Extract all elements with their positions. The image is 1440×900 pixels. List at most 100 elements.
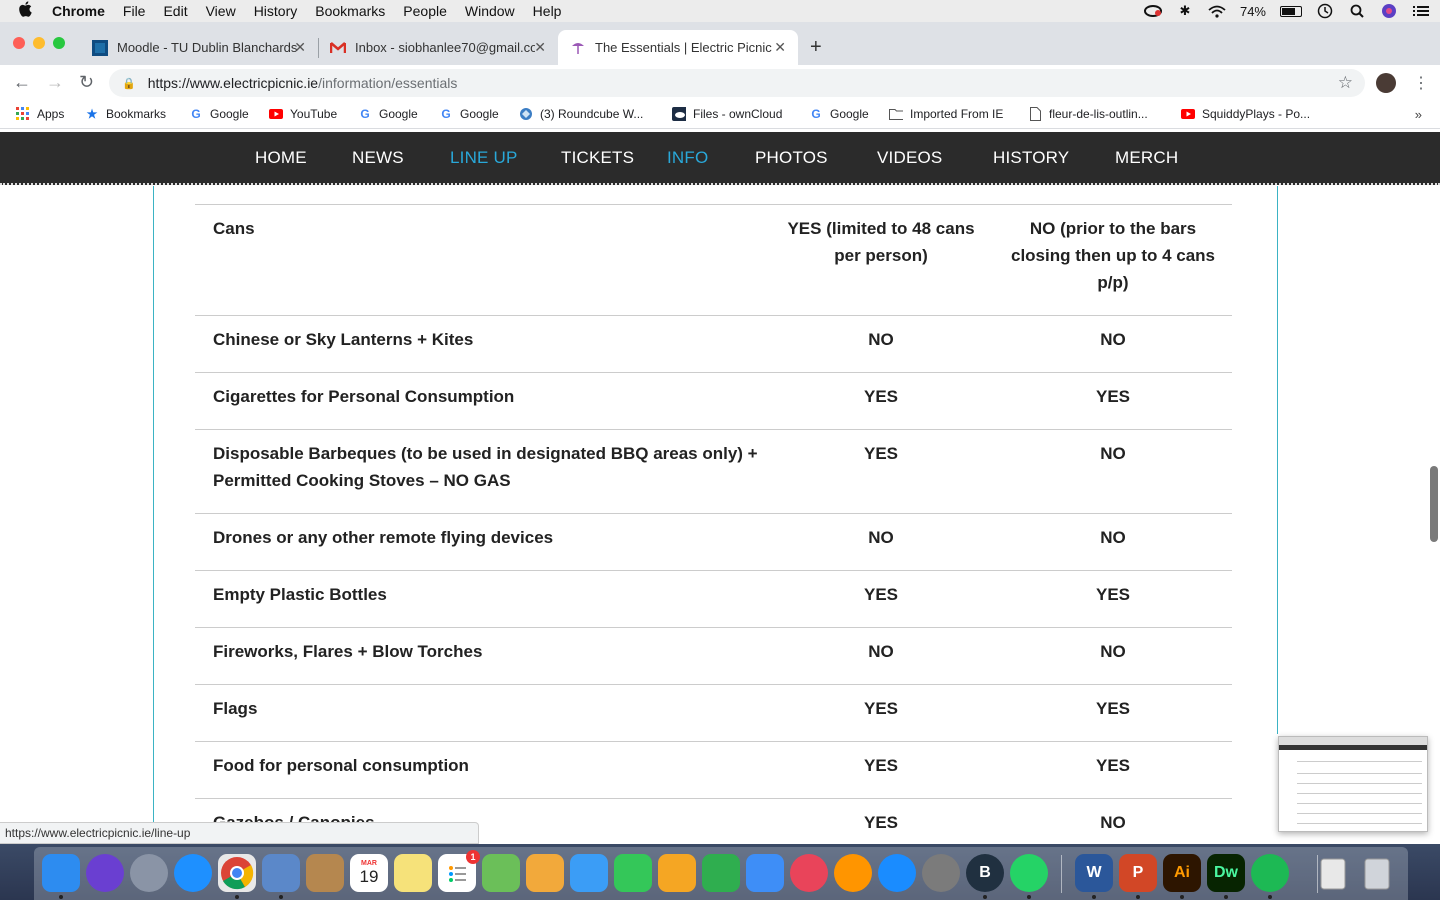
row-item: Cigarettes for Personal Consumption [213, 387, 515, 406]
battery-icon[interactable] [1280, 5, 1302, 17]
bookmark-apps[interactable]: Apps [16, 107, 64, 121]
minimize-window-button[interactable] [33, 37, 45, 49]
bookmark-fleur-de-lis[interactable]: fleur-de-lis-outlin... [1028, 107, 1148, 121]
nav-history[interactable]: HISTORY [993, 148, 1069, 168]
siri-menu-icon[interactable] [1380, 4, 1398, 18]
nav-tickets[interactable]: TICKETS [561, 148, 634, 168]
close-tab-icon[interactable]: ✕ [534, 39, 546, 56]
system-preferences-icon[interactable] [922, 854, 960, 892]
messages-icon[interactable] [570, 854, 608, 892]
launchpad-icon[interactable] [130, 854, 168, 892]
dreamweaver-icon[interactable]: Dw [1207, 854, 1245, 892]
tab-moodle[interactable]: Moodle - TU Dublin Blanchardstown ✕ [80, 30, 319, 65]
siri-icon[interactable] [86, 854, 124, 892]
illustrator-icon[interactable]: Ai [1163, 854, 1201, 892]
nav-info[interactable]: INFO [667, 148, 708, 168]
itunes-icon[interactable] [790, 854, 828, 892]
bookmark-google[interactable]: G Google [189, 107, 248, 121]
keynote-icon[interactable] [746, 854, 784, 892]
safari-icon[interactable] [174, 854, 212, 892]
app-store-icon[interactable] [878, 854, 916, 892]
spotify-icon[interactable] [1251, 854, 1289, 892]
menu-file[interactable]: File [123, 3, 146, 19]
menu-app-name[interactable]: Chrome [52, 3, 105, 19]
documents-icon[interactable] [1314, 854, 1352, 892]
menu-window[interactable]: Window [465, 3, 515, 19]
new-tab-icon[interactable]: + [810, 36, 822, 59]
row-value-1: YES [863, 699, 899, 718]
address-bar[interactable]: 🔒 https://www.electricpicnic.ie/informat… [109, 69, 1365, 97]
bookmark-roundcube[interactable]: (3) Roundcube W... [519, 107, 643, 121]
screenshot-thumbnail[interactable] [1278, 736, 1428, 832]
row-item: Fireworks, Flares + Blow Torches [213, 642, 483, 661]
bookmark-youtube[interactable]: YouTube [269, 107, 337, 121]
table-row: Cans YES (limited to 48 cans per person)… [195, 205, 1232, 316]
bookmark-squiddyplays[interactable]: SquiddyPlays - Po... [1181, 107, 1310, 121]
word-icon[interactable]: W [1075, 854, 1113, 892]
powerpoint-icon[interactable]: P [1119, 854, 1157, 892]
macos-dock: MAR 19 1 B W P Ai Dw [34, 847, 1408, 900]
nav-news[interactable]: NEWS [352, 148, 404, 168]
reminders-icon[interactable]: 1 [438, 850, 480, 892]
reload-icon[interactable]: ↻ [79, 72, 94, 93]
menu-people[interactable]: People [403, 3, 447, 19]
zoom-window-button[interactable] [53, 37, 65, 49]
bookmark-google-4[interactable]: G Google [809, 107, 868, 121]
books-icon[interactable] [834, 854, 872, 892]
row-value-1: NO [868, 528, 894, 547]
calendar-icon[interactable]: MAR 19 [350, 854, 388, 892]
notification-center-icon[interactable] [1412, 4, 1430, 18]
tab-electric-picnic[interactable]: The Essentials | Electric Picnic ✕ [558, 30, 798, 65]
profile-avatar[interactable] [1376, 73, 1396, 93]
apple-menu-icon[interactable] [18, 0, 36, 22]
bookmark-star-icon[interactable]: ☆ [1338, 73, 1353, 93]
finder-icon[interactable] [42, 854, 80, 892]
trash-icon[interactable] [1358, 854, 1396, 892]
whatsapp-icon[interactable] [1010, 854, 1048, 892]
bbedit-icon[interactable]: B [966, 854, 1004, 892]
nav-photos[interactable]: PHOTOS [755, 148, 828, 168]
creative-cloud-icon[interactable] [1143, 4, 1162, 18]
menu-bookmarks[interactable]: Bookmarks [315, 3, 385, 19]
bluetooth-icon[interactable]: ✱ [1176, 3, 1194, 18]
bookmark-google-2[interactable]: G Google [358, 107, 417, 121]
bookmarks-overflow-icon[interactable]: » [1415, 107, 1422, 122]
nav-merch[interactable]: MERCH [1115, 148, 1178, 168]
page-scrollbar[interactable] [1428, 186, 1440, 844]
nav-home[interactable]: HOME [255, 148, 307, 168]
close-tab-icon[interactable]: ✕ [774, 39, 786, 56]
bookmark-bookmarks[interactable]: ★ Bookmarks [85, 107, 166, 121]
chrome-menu-icon[interactable]: ⋮ [1413, 73, 1429, 93]
spotlight-search-icon[interactable] [1348, 4, 1366, 18]
time-machine-icon[interactable] [1316, 3, 1334, 19]
photos-icon[interactable] [526, 854, 564, 892]
chrome-icon[interactable] [218, 854, 256, 892]
nav-line-up[interactable]: LINE UP [450, 148, 518, 168]
menu-edit[interactable]: Edit [163, 3, 187, 19]
bookmark-owncloud[interactable]: Files - ownCloud [672, 107, 782, 121]
wifi-icon[interactable] [1208, 4, 1226, 18]
contacts-icon[interactable] [306, 854, 344, 892]
menu-history[interactable]: History [254, 3, 298, 19]
menu-view[interactable]: View [206, 3, 236, 19]
close-window-button[interactable] [13, 37, 25, 49]
menu-help[interactable]: Help [533, 3, 562, 19]
tab-title: Inbox - siobhanlee70@gmail.com [355, 40, 535, 55]
lock-icon[interactable]: 🔒 [122, 77, 136, 90]
tab-gmail[interactable]: Inbox - siobhanlee70@gmail.com ✕ [318, 30, 558, 65]
facetime-icon[interactable] [614, 854, 652, 892]
close-tab-icon[interactable]: ✕ [294, 39, 306, 56]
pages-icon[interactable] [658, 854, 696, 892]
numbers-icon[interactable] [702, 854, 740, 892]
maps-icon[interactable] [482, 854, 520, 892]
notes-icon[interactable] [394, 854, 432, 892]
bookmark-google-3[interactable]: G Google [439, 107, 498, 121]
row-value-2: NO [1100, 528, 1126, 547]
nav-videos[interactable]: VIDEOS [877, 148, 942, 168]
table-row: Disposable Barbeques (to be used in desi… [195, 430, 1232, 514]
bookmark-imported-from-ie[interactable]: Imported From IE [889, 107, 1003, 121]
preview-icon[interactable] [262, 854, 300, 892]
scrollbar-thumb[interactable] [1430, 466, 1438, 542]
forward-arrow-icon[interactable]: → [46, 72, 64, 93]
back-arrow-icon[interactable]: ← [13, 72, 31, 93]
